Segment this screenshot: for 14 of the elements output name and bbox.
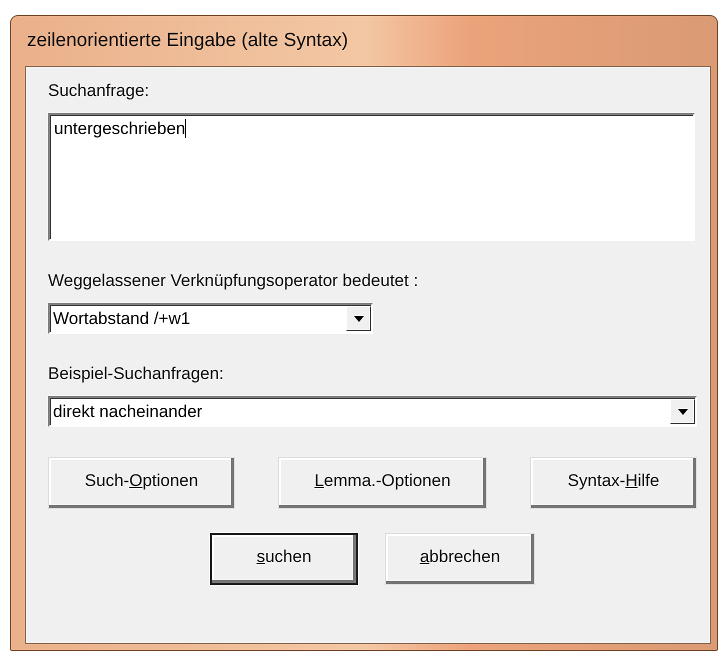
query-label: Suchanfrage:: [48, 81, 150, 101]
examples-label: Beispiel-Suchanfragen:: [48, 364, 225, 384]
operator-dropdown[interactable]: Wortabstand /+w1: [48, 303, 373, 334]
option-button[interactable]: Lemma.-Optionen: [278, 457, 487, 509]
query-field[interactable]: untergeschrieben: [48, 113, 695, 241]
option-button[interactable]: Syntax-Hilfe: [530, 457, 697, 509]
operator-label: Weggelassener Verknüpfungsoperator bedeutet :: [48, 271, 420, 291]
examples-dropdown[interactable]: direkt nacheinander: [48, 396, 697, 427]
caret-icon: [678, 408, 688, 414]
dialog-button[interactable]: abbrechen: [385, 533, 535, 585]
option-button[interactable]: Such-Optionen: [48, 457, 235, 509]
caret-icon: [354, 316, 364, 322]
dialog-button[interactable]: suchen: [210, 533, 358, 585]
window-title: zeilenorientierte Eingabe (alte Syntax): [26, 29, 350, 53]
